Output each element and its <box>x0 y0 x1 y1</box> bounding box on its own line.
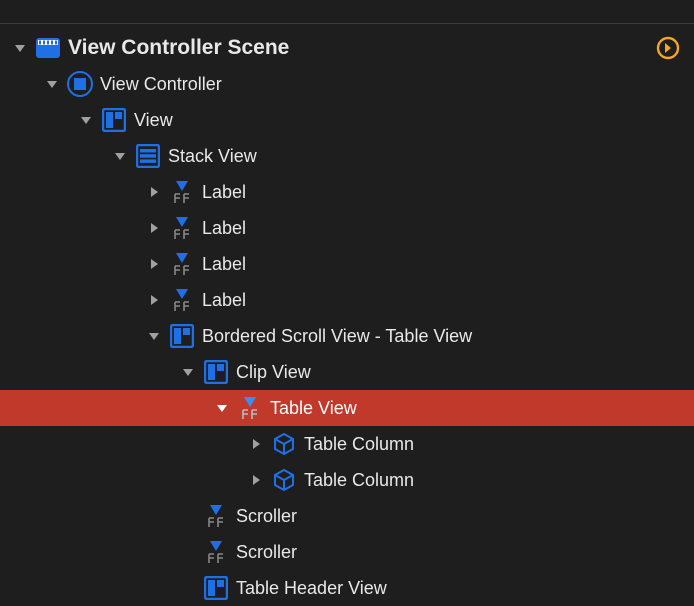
disclosure-triangle-icon[interactable] <box>44 77 60 91</box>
outline-row-label[interactable]: Label <box>0 210 694 246</box>
row-label: Label <box>202 254 246 275</box>
row-label: Clip View <box>236 362 311 383</box>
document-outline[interactable]: View Controller Scene View Controller <box>0 24 694 606</box>
disclosure-triangle-icon[interactable] <box>112 149 128 163</box>
row-label: Label <box>202 218 246 239</box>
disclosure-triangle-icon[interactable] <box>180 365 196 379</box>
row-label: Label <box>202 290 246 311</box>
disclosure-triangle-icon[interactable] <box>214 401 230 415</box>
disclosure-triangle-icon[interactable] <box>146 293 162 307</box>
disclosure-triangle-icon[interactable] <box>248 473 264 487</box>
row-label: Table Column <box>304 434 414 455</box>
row-label: Scroller <box>236 506 297 527</box>
scroller-icon <box>202 502 230 530</box>
disclosure-triangle-icon[interactable] <box>146 257 162 271</box>
label-icon <box>168 286 196 314</box>
outline-row-table-column[interactable]: Table Column <box>0 426 694 462</box>
cube-icon <box>270 466 298 494</box>
row-label: View Controller <box>100 74 222 95</box>
outline-row-clip-view[interactable]: Clip View <box>0 354 694 390</box>
row-label: Bordered Scroll View - Table View <box>202 326 472 347</box>
next-arrow-icon[interactable] <box>656 36 680 65</box>
disclosure-triangle-icon[interactable] <box>12 41 28 55</box>
label-icon <box>168 214 196 242</box>
disclosure-triangle-icon[interactable] <box>146 221 162 235</box>
outline-row-view-controller[interactable]: View Controller <box>0 66 694 102</box>
scene-title: View Controller Scene <box>68 36 289 60</box>
outline-row-scroller[interactable]: Scroller <box>0 534 694 570</box>
outline-row-label[interactable]: Label <box>0 174 694 210</box>
panel-toolbar <box>0 0 694 24</box>
row-label: Table View <box>270 398 357 419</box>
stack-view-icon <box>134 142 162 170</box>
view-icon <box>168 322 196 350</box>
outline-row-label[interactable]: Label <box>0 282 694 318</box>
disclosure-triangle-icon[interactable] <box>248 437 264 451</box>
view-icon <box>100 106 128 134</box>
scene-row[interactable]: View Controller Scene <box>0 30 694 66</box>
outline-row-stack-view[interactable]: Stack View <box>0 138 694 174</box>
outline-row-scroller[interactable]: Scroller <box>0 498 694 534</box>
cube-icon <box>270 430 298 458</box>
table-view-icon <box>236 394 264 422</box>
row-label: Stack View <box>168 146 257 167</box>
disclosure-triangle-icon[interactable] <box>78 113 94 127</box>
label-icon <box>168 250 196 278</box>
disclosure-triangle-icon[interactable] <box>146 185 162 199</box>
scroller-icon <box>202 538 230 566</box>
outline-row-scroll-view[interactable]: Bordered Scroll View - Table View <box>0 318 694 354</box>
disclosure-triangle-icon[interactable] <box>146 329 162 343</box>
outline-row-view[interactable]: View <box>0 102 694 138</box>
label-icon <box>168 178 196 206</box>
outline-row-table-column[interactable]: Table Column <box>0 462 694 498</box>
outline-row-table-header-view[interactable]: Table Header View <box>0 570 694 606</box>
row-label: Label <box>202 182 246 203</box>
outline-row-label[interactable]: Label <box>0 246 694 282</box>
row-label: Table Header View <box>236 578 387 599</box>
row-label: Table Column <box>304 470 414 491</box>
outline-row-table-view[interactable]: Table View <box>0 390 694 426</box>
view-controller-icon <box>66 70 94 98</box>
view-icon <box>202 358 230 386</box>
row-label: View <box>134 110 173 131</box>
row-label: Scroller <box>236 542 297 563</box>
scene-icon <box>34 34 62 62</box>
